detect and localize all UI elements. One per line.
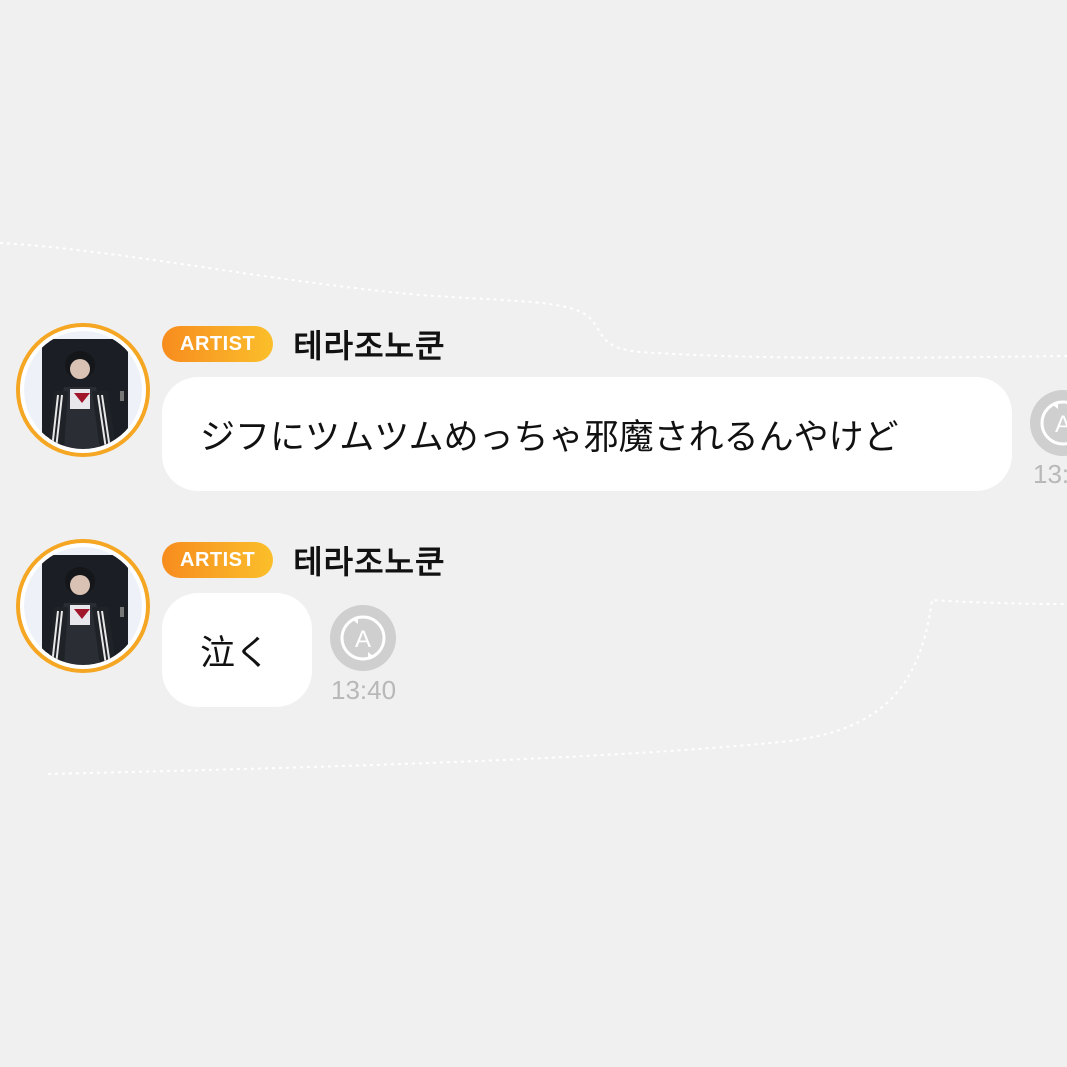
translate-button[interactable]: A: [330, 605, 396, 671]
translate-icon: A: [340, 615, 386, 661]
svg-text:A: A: [355, 626, 371, 653]
avatar-photo-icon: [24, 331, 142, 449]
message-time: 13:40: [331, 675, 397, 705]
username[interactable]: 테라조노쿤: [293, 321, 445, 367]
message-bubble[interactable]: 泣く: [162, 593, 312, 707]
avatar-photo-icon: [24, 547, 142, 665]
svg-text:A: A: [1055, 411, 1067, 438]
username[interactable]: 테라조노쿤: [293, 537, 445, 583]
avatar[interactable]: [16, 539, 150, 673]
message-header: ARTIST 테라조노쿤: [162, 541, 445, 581]
avatar[interactable]: [16, 323, 150, 457]
message-bubble[interactable]: ジフにツムツムめっちゃ邪魔されるんやけど: [162, 377, 1012, 491]
translate-icon: A: [1040, 400, 1067, 446]
translate-button[interactable]: A: [1030, 390, 1067, 456]
artist-badge: ARTIST: [162, 542, 274, 578]
screenshot-seam: [0, 242, 1067, 775]
chat-screen: ARTIST 테라조노쿤 ジフにツムツムめっちゃ邪魔されるんやけど A 13:: [0, 0, 1067, 1067]
artist-badge: ARTIST: [162, 326, 274, 362]
message-header: ARTIST 테라조노쿤: [162, 325, 445, 365]
message-time: 13:: [1033, 459, 1067, 489]
